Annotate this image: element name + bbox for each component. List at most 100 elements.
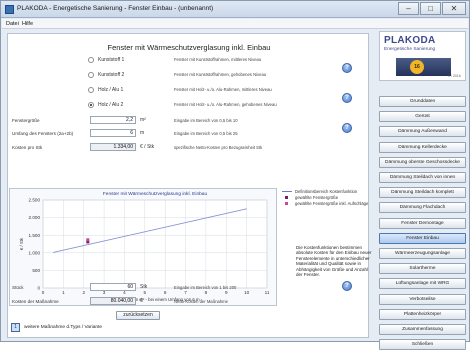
nav-button-verbotseilse[interactable]: Verbotseilse bbox=[379, 293, 466, 305]
logo-version: 1 / 2016 bbox=[448, 74, 461, 78]
logo-subtitle: Energetische Sanierung bbox=[384, 47, 436, 52]
y-tick-label: 1.500 bbox=[29, 233, 41, 238]
perimeter-input[interactable]: 6 bbox=[90, 129, 136, 137]
option-holz-alu-2[interactable]: Holz / Alu 2 Fenster mit Holz- u./o. Alu… bbox=[88, 101, 368, 110]
maximize-button[interactable]: □ bbox=[420, 2, 441, 15]
size-input[interactable]: 2,2 bbox=[90, 116, 136, 124]
legend-label: gewählte Fenstergröße inkl. Aufschläge bbox=[295, 201, 369, 206]
x-tick-label: 5 bbox=[144, 290, 147, 295]
x-tick-label: 11 bbox=[265, 290, 270, 295]
x-tick-label: 10 bbox=[244, 290, 250, 295]
nav-button-dämmung-flachdach[interactable]: Dämmung Flachdach bbox=[379, 202, 466, 214]
option-label: Kunststoff 2 bbox=[98, 72, 125, 78]
option-description: Fenster mit Holz- u./o. Alu-Rahmen, mitt… bbox=[174, 87, 272, 92]
radio-button[interactable] bbox=[88, 57, 94, 63]
radio-button[interactable] bbox=[88, 87, 94, 93]
info-icon[interactable]: ? bbox=[342, 63, 352, 73]
perimeter-hint: Eingabe im Bereich von 0,5 bis 25 bbox=[174, 131, 238, 136]
perimeter-label: Umfang des Fensters (2a+2b) bbox=[12, 131, 74, 136]
app-icon bbox=[5, 5, 14, 14]
option-description: Fenster mit Kunststoffrahmen, mittleres … bbox=[174, 57, 262, 62]
option-kunststoff-2[interactable]: Kunststoff 2 Fenster mit Kunststoffrahme… bbox=[88, 71, 368, 80]
app-window: PLAKODA - Energetische Sanierung - Fenst… bbox=[0, 0, 470, 350]
option-label: Kunststoff 1 bbox=[98, 57, 125, 63]
size-hint: Eingabe im Bereich von 0,5 bis 10 bbox=[174, 118, 238, 123]
close-button[interactable]: ✕ bbox=[442, 2, 466, 15]
radio-button-checked[interactable] bbox=[88, 102, 94, 108]
legend-label: Definitionsbereich Kostenfunktion bbox=[295, 189, 358, 194]
option-kunststoff-1[interactable]: Kunststoff 1 Fenster mit Kunststoffrahme… bbox=[88, 56, 368, 65]
y-tick-label: 0 bbox=[37, 286, 40, 291]
count-input[interactable]: 60 bbox=[90, 283, 136, 291]
nav-button-grunddaten[interactable]: Grunddaten bbox=[379, 96, 466, 107]
nav-button-dämmung-oberste-geschossdecke[interactable]: Dämmung oberste Geschossdecke bbox=[379, 156, 466, 168]
main-panel: Fenster mit Wärmeschutzverglasung inkl. … bbox=[7, 33, 372, 338]
nav-button-plattenheizkörper[interactable]: Plattenheizkörper bbox=[379, 308, 466, 320]
x-tick-label: 9 bbox=[225, 290, 228, 295]
x-tick-label: 8 bbox=[205, 290, 208, 295]
nav-button-dämmung-kellerdecke[interactable]: Dämmung Kellerdecke bbox=[379, 141, 466, 153]
chart-legend: Definitionsbereich Kostenfunktion gewähl… bbox=[282, 189, 368, 207]
x-tick-label: 0 bbox=[42, 290, 45, 295]
nav-button-fenster-demontage[interactable]: Fenster Demontage bbox=[379, 217, 466, 229]
info-icon[interactable]: ? bbox=[342, 281, 352, 291]
total-label: Kosten der Maßnahme bbox=[12, 299, 59, 304]
minimize-button[interactable]: – bbox=[398, 2, 419, 15]
info-icon[interactable]: ? bbox=[342, 123, 352, 133]
total-hint: Netto-Kosten der Maßnahme bbox=[174, 299, 228, 304]
x-tick-label: 7 bbox=[184, 290, 187, 295]
nav-button-solartherme[interactable]: Solartherme bbox=[379, 263, 466, 275]
variant-label: weitere Maßnahme d.Typs / Variante bbox=[24, 325, 103, 330]
reset-button[interactable]: zurücksetzen bbox=[116, 311, 160, 320]
legend-line-swatch bbox=[282, 191, 292, 192]
cost-hint: spezifische Netto-Kosten pro Bezugseinhe… bbox=[174, 145, 263, 150]
nav-button-gerüst[interactable]: Gerüst bbox=[379, 111, 466, 123]
y-tick-label: 2.500 bbox=[29, 198, 41, 203]
count-label: Stück bbox=[12, 285, 24, 290]
window-title: PLAKODA - Energetische Sanierung - Fenst… bbox=[17, 5, 214, 12]
perimeter-unit: m bbox=[140, 130, 145, 136]
menu-hilfe[interactable]: Hilfe bbox=[22, 21, 33, 27]
size-label: Fenstergröße bbox=[12, 118, 40, 123]
nav-button-dämmung-außenwand[interactable]: Dämmung Außenwand bbox=[379, 126, 466, 138]
legend-item-selected-surcharge: gewählte Fenstergröße inkl. Aufschläge bbox=[282, 201, 368, 207]
total-output: 80.040,00 bbox=[90, 297, 136, 305]
variant-toggle[interactable]: 1 weitere Maßnahme d.Typs / Variante bbox=[11, 323, 151, 333]
x-tick-label: 6 bbox=[164, 290, 167, 295]
chart-plot-area bbox=[42, 199, 268, 289]
page-title: Fenster mit Wärmeschutzverglasung inkl. … bbox=[107, 43, 271, 52]
menu-datei[interactable]: Datei bbox=[6, 21, 19, 27]
variant-checkbox[interactable]: 1 bbox=[11, 323, 20, 332]
option-label: Holz / Alu 2 bbox=[98, 102, 124, 108]
title-bar: PLAKODA - Energetische Sanierung - Fenst… bbox=[1, 1, 469, 18]
legend-label: gewählte Fenstergröße bbox=[295, 195, 339, 200]
total-unit: € bbox=[140, 298, 143, 304]
size-unit: m² bbox=[140, 117, 146, 123]
nav-button-schließen[interactable]: Schließen bbox=[379, 339, 466, 350]
option-label: Holz / Alu 1 bbox=[98, 87, 124, 93]
plakoda-logo: PLAKODA Energetische Sanierung 16 1 / 20… bbox=[379, 31, 466, 81]
y-tick-label: 2.000 bbox=[29, 215, 41, 220]
y-tick-label: 1.000 bbox=[29, 250, 41, 255]
count-unit: Stk bbox=[140, 284, 148, 290]
chart-title: Fenster mit Wärmeschutzverglasung inkl. … bbox=[103, 191, 208, 197]
logo-badge: 16 bbox=[396, 58, 451, 76]
nav-button-dämmung-steildach-von-innen[interactable]: Dämmung Steildach von innen bbox=[379, 172, 466, 183]
cost-label: Kosten pro Stk bbox=[12, 145, 43, 150]
option-description: Fenster mit Holz- u./o. Alu-Rahmen, geho… bbox=[174, 102, 277, 107]
x-tick-label: 2 bbox=[82, 290, 85, 295]
cost-output: 1.334,00 bbox=[90, 143, 136, 151]
option-description: Fenster mit Kunststoffrahmen, gehobenes … bbox=[174, 72, 267, 77]
option-holz-alu-1[interactable]: Holz / Alu 1 Fenster mit Holz- u./o. Alu… bbox=[88, 86, 368, 95]
nav-button-dämmung-steildach-komplett[interactable]: Dämmung Steildach komplett bbox=[379, 187, 466, 199]
menu-bar: Datei Hilfe bbox=[2, 19, 468, 29]
nav-button-fenster-einbau[interactable]: Fenster Einbau bbox=[379, 232, 466, 244]
nav-button-lüftungsanlage-mit-wrg[interactable]: Lüftungsanlage mit WRG bbox=[379, 278, 466, 290]
logo-name: PLAKODA bbox=[384, 35, 436, 46]
count-hint: Eingabe im Bereich von 1 bis 200 bbox=[174, 285, 237, 290]
info-icon[interactable]: ? bbox=[342, 93, 352, 103]
nav-button-zusammenfassung[interactable]: Zusammenfassung bbox=[379, 324, 466, 335]
radio-button[interactable] bbox=[88, 72, 94, 78]
x-tick-label: 1 bbox=[62, 290, 65, 295]
nav-button-wärmeerzeugungsanlage[interactable]: Wärmeerzeugungsanlage bbox=[379, 248, 466, 259]
